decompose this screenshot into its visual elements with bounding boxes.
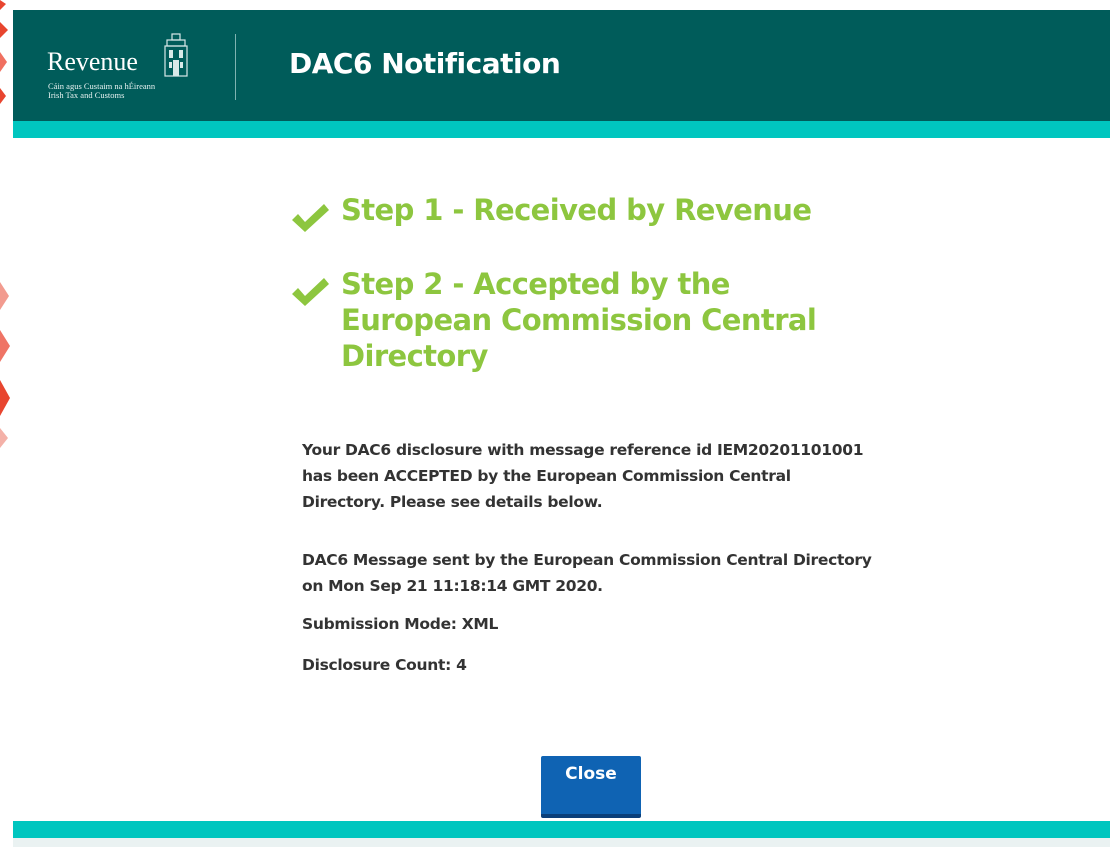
header-accent-stripe xyxy=(13,121,1110,138)
page: Revenue Cáin agus Custaim na hÉireann Ir… xyxy=(0,0,1110,847)
step-2-label-line-2: European Commission Central xyxy=(341,303,817,337)
acceptance-message-line-1: Your DAC6 disclosure with message refere… xyxy=(302,441,864,459)
revenue-logo: Revenue Cáin agus Custaim na hÉireann Ir… xyxy=(47,32,217,110)
notification-content: Step 1 - Received by Revenue Step 2 - Ac… xyxy=(289,186,909,678)
logo-subtitle: Cáin agus Custaim na hÉireann Irish Tax … xyxy=(48,82,218,100)
sent-message-line-1: DAC6 Message sent by the European Commis… xyxy=(302,551,872,569)
check-icon xyxy=(292,278,329,306)
harp-building-icon xyxy=(164,33,188,77)
step-2-label-line-3: Directory xyxy=(341,339,488,373)
submission-mode: Submission Mode: XML xyxy=(302,615,499,633)
disclosure-count: Disclosure Count: 4 xyxy=(302,656,467,674)
logo-wordmark: Revenue xyxy=(47,47,138,76)
header-bar: Revenue Cáin agus Custaim na hÉireann Ir… xyxy=(13,10,1110,121)
edge-ribbon-decoration xyxy=(0,0,10,448)
sent-message-line-2: on Mon Sep 21 11:18:14 GMT 2020. xyxy=(302,577,603,595)
page-title: DAC6 Notification xyxy=(289,47,561,80)
step-1-label: Step 1 - Received by Revenue xyxy=(341,193,812,227)
footer-band xyxy=(13,838,1110,847)
step-accepted: Step 2 - Accepted by the European Commis… xyxy=(289,266,841,374)
step-2-label-line-1: Step 2 - Accepted by the xyxy=(341,267,730,301)
sent-message: DAC6 Message sent by the European Commis… xyxy=(302,547,892,599)
acceptance-message-line-2: has been ACCEPTED by the European Commis… xyxy=(302,467,791,485)
logo-subtitle-english: Irish Tax and Customs xyxy=(48,90,125,100)
acceptance-message-line-3: Directory. Please see details below. xyxy=(302,493,603,511)
acceptance-message: Your DAC6 disclosure with message refere… xyxy=(302,437,892,515)
close-button[interactable]: Close xyxy=(541,756,641,818)
dialog-frame: Revenue Cáin agus Custaim na hÉireann Ir… xyxy=(13,10,1110,847)
header-divider xyxy=(235,34,236,100)
check-icon xyxy=(292,204,329,232)
step-received: Step 1 - Received by Revenue xyxy=(289,192,841,232)
footer-accent-stripe xyxy=(13,821,1110,838)
